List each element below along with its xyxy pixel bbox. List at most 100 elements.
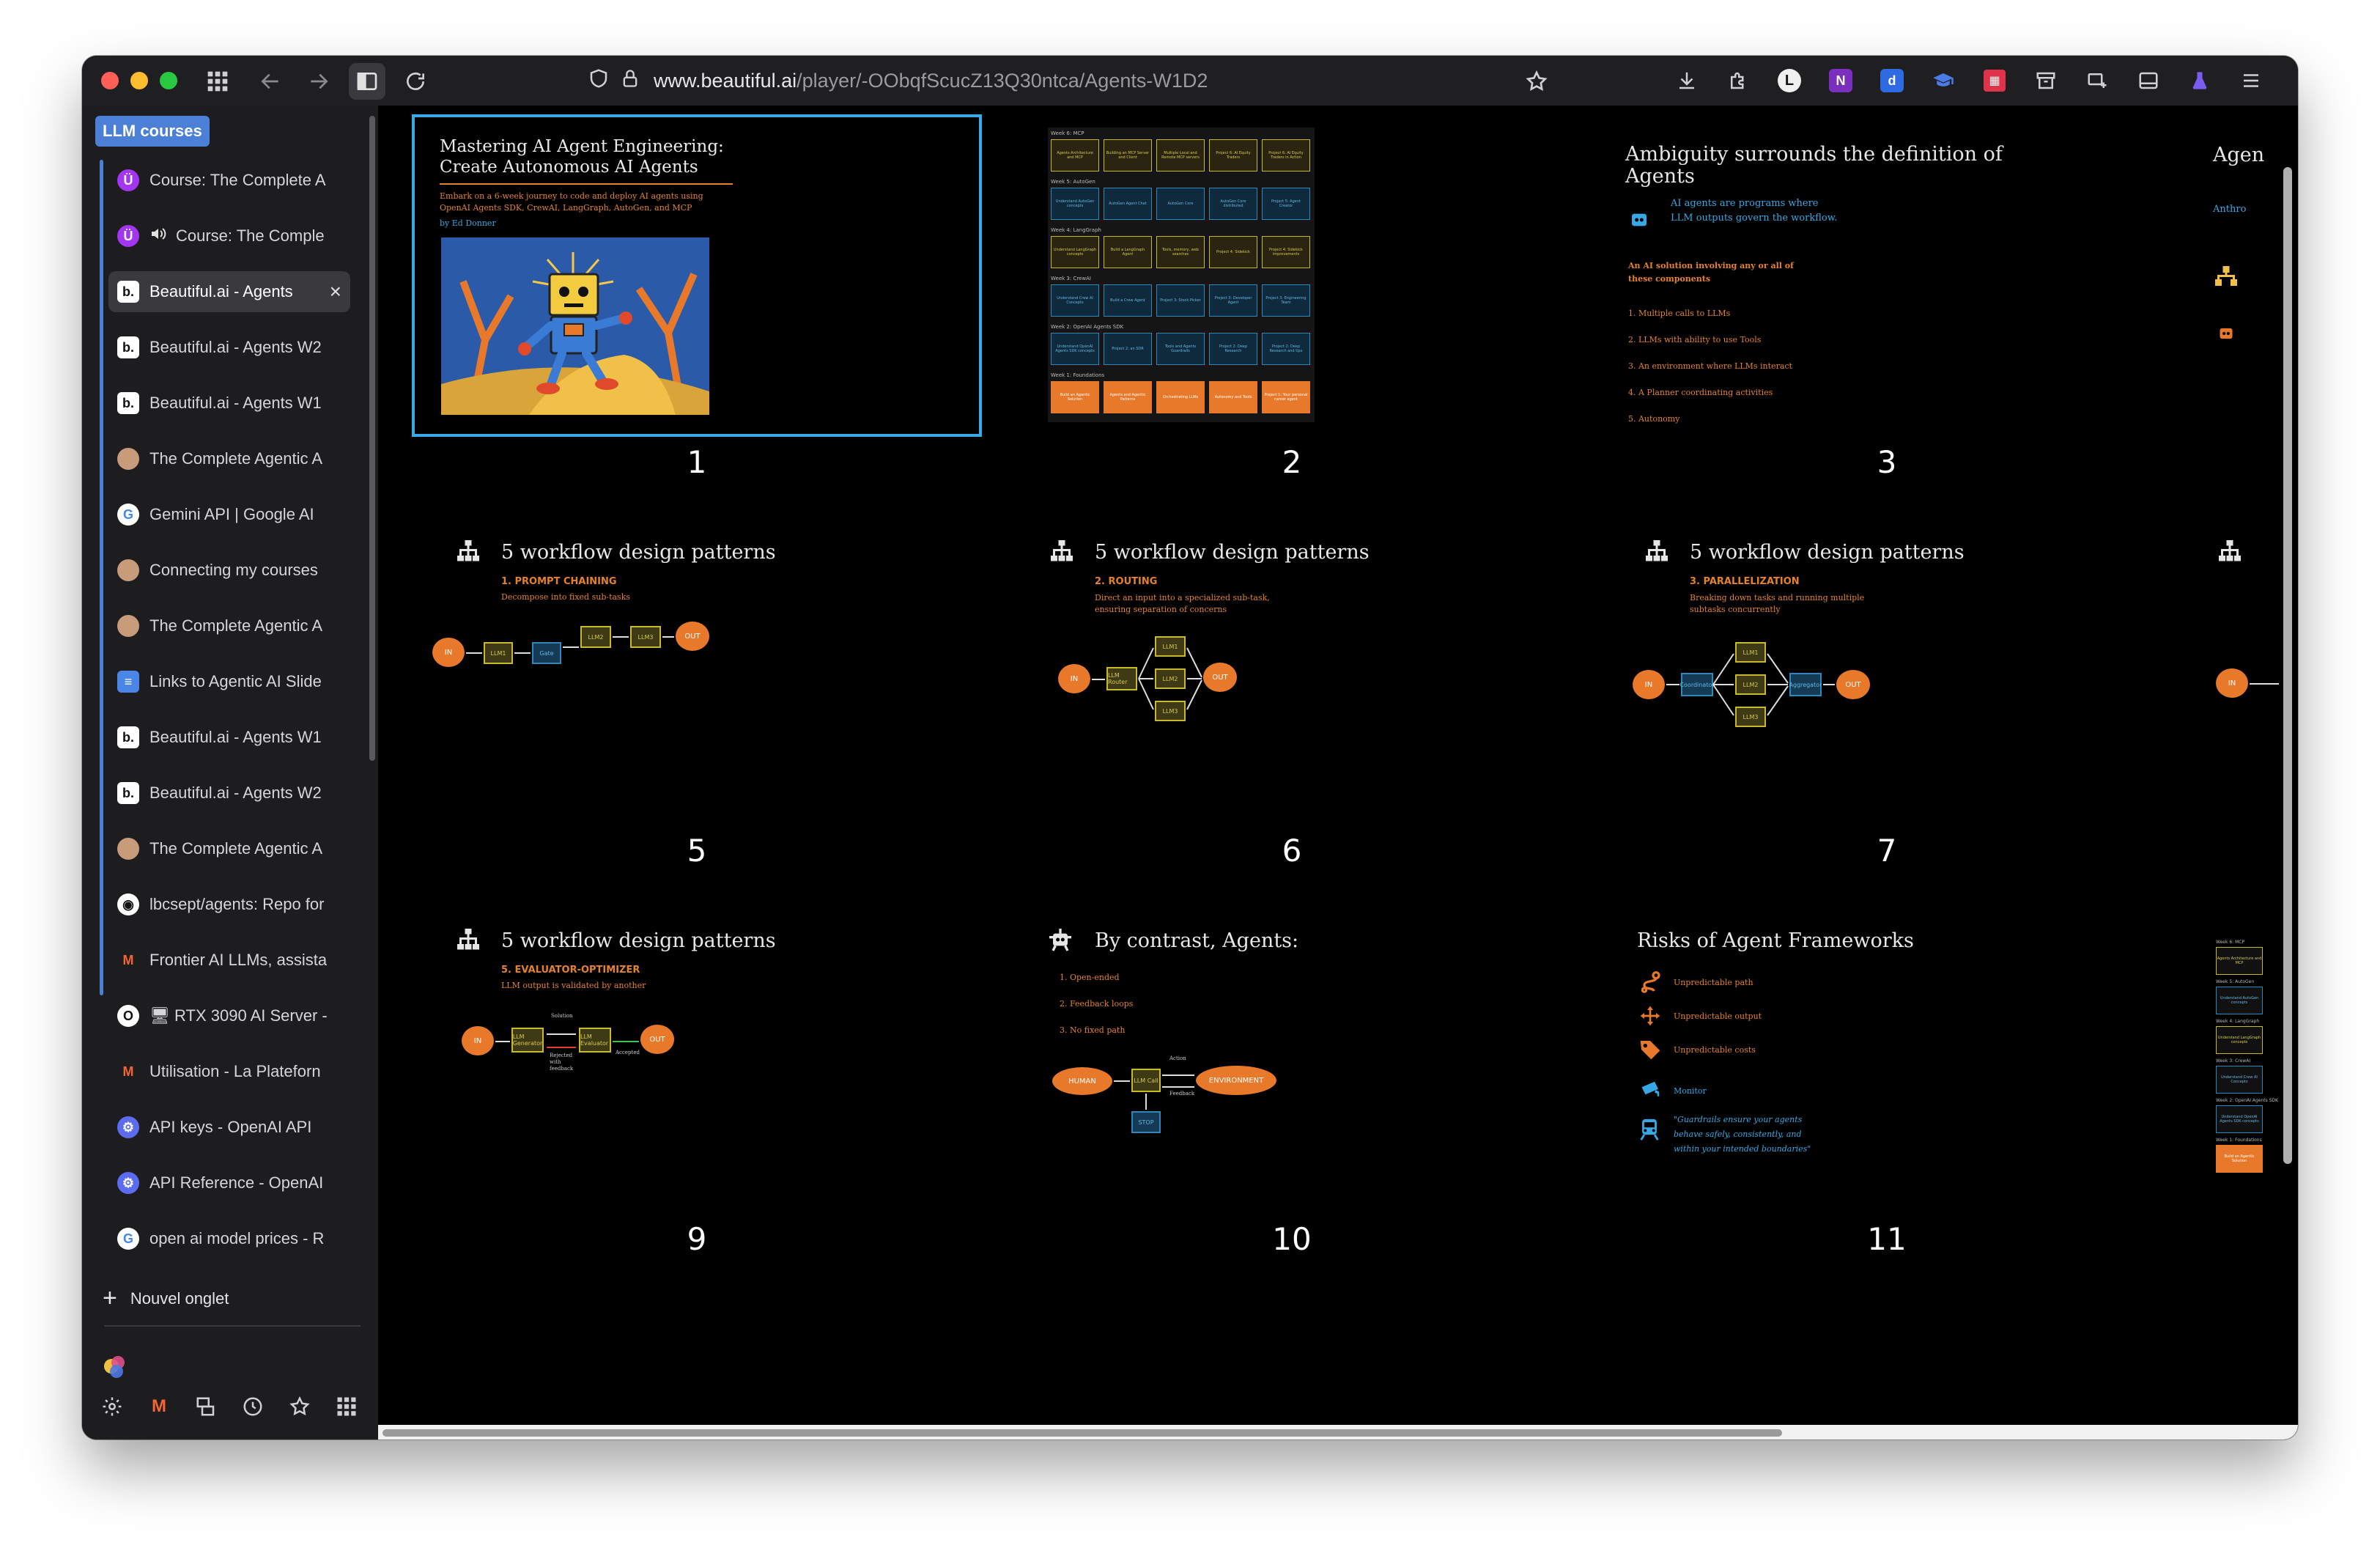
purple-flask-icon[interactable] — [2185, 66, 2214, 95]
sidebar-scrollbar[interactable] — [369, 116, 375, 761]
list-item: 1. Open-ended — [1060, 973, 1120, 982]
slide-number-3: 3 — [1877, 444, 1897, 480]
sidebar-tab[interactable]: Connecting my courses — [108, 550, 350, 591]
sidebar-tab[interactable]: The Complete Agentic A — [108, 605, 350, 646]
sidebar-tab[interactable]: ⚙ API Reference - OpenAI — [108, 1162, 350, 1204]
onenote-icon[interactable]: N — [1826, 66, 1855, 95]
roadmap-cell: Build an Agentic Solution — [1051, 381, 1099, 413]
slide-thumbnail-4[interactable]: Agen Anthro — [2198, 117, 2283, 434]
workflow-hierarchy-icon — [454, 926, 482, 956]
dock-screens-icon[interactable] — [195, 1396, 217, 1418]
sidebar-tab[interactable]: O 🖥 RTX 3090 AI Server - — [108, 995, 350, 1036]
sidebar-tab[interactable]: Ü Course: The Comple — [108, 215, 350, 257]
back-arrow-icon[interactable] — [252, 63, 289, 100]
slide-thumbnail-10[interactable]: By contrast, Agents: 1. Open-ended 2. Fee… — [1008, 896, 1572, 1212]
slide-thumbnail-3[interactable]: Ambiguity surrounds the definition of Ag… — [1603, 117, 2168, 434]
slide-thumbnail-12[interactable]: Week 6: MCP Agents Architecture and MCP We… — [2198, 896, 2283, 1212]
menu-hamburger-icon[interactable] — [2236, 66, 2266, 95]
workflow-hierarchy-icon — [454, 538, 482, 567]
roadmap-cell: Build a Crew Agent — [1104, 284, 1152, 317]
hierarchy-icon — [2213, 264, 2239, 290]
tab-group-label[interactable]: LLM courses — [95, 116, 210, 147]
avatar-icon — [117, 559, 139, 581]
close-window-button[interactable] — [101, 72, 119, 89]
close-tab-icon[interactable]: × — [330, 280, 341, 303]
sidebar-tab[interactable]: ≡ Links to Agentic AI Slide — [108, 661, 350, 702]
sidebar-tab[interactable]: b. Beautiful.ai - Agents × — [108, 271, 350, 312]
week-label: Week 4: LangGraph — [2216, 1019, 2260, 1024]
router-box: LLM Router — [1106, 667, 1137, 690]
pattern-description: ensuring separation of concerns — [1095, 605, 1227, 614]
out-node: OUT — [640, 1025, 674, 1054]
color-profile-icon[interactable] — [104, 1356, 126, 1378]
slide-thumbnail-9[interactable]: 5 workflow design patterns 5. EVALUATOR-… — [415, 896, 979, 1212]
apps-dock-icon[interactable] — [336, 1396, 358, 1418]
sidebar-tab[interactable]: Ü Course: The Complete A — [108, 160, 350, 201]
forward-arrow-icon[interactable] — [300, 63, 337, 100]
sidebar-tab[interactable]: M Frontier AI LLMs, assista — [108, 940, 350, 981]
sidebar-tab[interactable]: b. Beautiful.ai - Agents W1 — [108, 717, 350, 758]
sidebar-tab[interactable]: The Complete Agentic A — [108, 438, 350, 479]
settings-gear-icon[interactable] — [101, 1396, 123, 1418]
sidebar-tab[interactable]: M Utilisation - La Plateforn — [108, 1051, 350, 1092]
slide-thumbnail-6[interactable]: 5 workflow design patterns 2. ROUTING Di… — [1008, 507, 1572, 824]
sidebar-tab-title: The Complete Agentic A — [149, 449, 323, 468]
minimize-window-button[interactable] — [130, 72, 148, 89]
l-extension-icon[interactable]: L — [1775, 66, 1804, 95]
sidebar-tab-title: The Complete Agentic A — [149, 616, 323, 635]
in-node: IN — [1058, 664, 1090, 693]
roadmap-cell: Understand LangGraph concepts — [1051, 236, 1099, 268]
new-tab-button[interactable]: + Nouvel onglet — [103, 1284, 229, 1313]
generator-box: LLM Generator — [511, 1028, 544, 1053]
sidebar-tab[interactable]: The Complete Agentic A — [108, 828, 350, 869]
bookmark-star-icon[interactable] — [1518, 63, 1555, 100]
extensions-puzzle-icon[interactable] — [1723, 66, 1753, 95]
out-node: OUT — [676, 622, 709, 651]
slide-title: Risks of Agent Frameworks — [1637, 929, 1914, 952]
sidebar-tab[interactable]: b. Beautiful.ai - Agents W2 — [108, 327, 350, 368]
sidebar-tab[interactable]: G Gemini API | Google AI — [108, 494, 350, 535]
slide-thumbnail-5[interactable]: 5 workflow design patterns 1. PROMPT CHA… — [415, 507, 979, 824]
content-horizontal-scrollbar-thumb[interactable] — [382, 1429, 1782, 1437]
slide-thumbnail-2[interactable]: Week 6: MCP Agents Architecture and MCP Bu… — [1008, 117, 1572, 434]
mistral-dock-icon[interactable]: M — [148, 1396, 170, 1418]
sidebar-tab-title: open ai model prices - R — [149, 1229, 325, 1247]
sidebar-view-icon[interactable] — [2134, 66, 2163, 95]
slide-number-11: 11 — [1867, 1221, 1907, 1257]
agent-traits-list: 1. Open-ended 2. Feedback loops 3. No fixe… — [1060, 965, 1133, 1044]
slide-subtitle: Anthro — [2213, 204, 2247, 215]
slide-thumbnail-11[interactable]: Risks of Agent Frameworks Unpredictable … — [1603, 896, 2168, 1212]
sidebar-tab[interactable]: b. Beautiful.ai - Agents W1 — [108, 383, 350, 424]
sidebar-tab[interactable]: Gopen ai model prices - R — [108, 1218, 350, 1259]
d-extension-icon[interactable]: d — [1877, 66, 1907, 95]
sidebar-tab-title: Beautiful.ai - Agents W1 — [149, 394, 322, 412]
sidebar-tab[interactable]: b. Beautiful.ai - Agents W2 — [108, 773, 350, 814]
graduation-cap-icon[interactable] — [1929, 66, 1958, 95]
content-vertical-scrollbar[interactable] — [2283, 167, 2292, 1164]
apps-grid-icon[interactable] — [199, 63, 236, 100]
sidebar-toggle-icon[interactable] — [349, 63, 385, 100]
slide-thumbnail-8[interactable]: IN — [2198, 507, 2283, 824]
box-icon[interactable] — [2031, 66, 2061, 95]
sidebar-tab[interactable]: ⚙ API keys - OpenAI API — [108, 1107, 350, 1148]
roadmap-cell: AutoGen Core — [1156, 188, 1205, 220]
history-clock-icon[interactable] — [242, 1396, 264, 1418]
bookmarks-star-icon[interactable] — [289, 1396, 311, 1418]
risk-item: Unpredictable output — [1674, 1011, 1762, 1021]
speaker-icon[interactable] — [149, 225, 167, 247]
shield-icon — [588, 67, 610, 95]
sidebar-tab-title: Beautiful.ai - Agents W2 — [149, 784, 322, 802]
address-bar[interactable]: www.beautiful.ai /player/-OObqfScucZ13Q3… — [588, 62, 1658, 100]
reload-icon[interactable] — [397, 63, 434, 100]
risk-item: Unpredictable path — [1674, 978, 1753, 987]
sidebar-tab-title: Links to Agentic AI Slide — [149, 672, 322, 690]
slide-grid: Mastering AI Agent Engineering: Create A… — [378, 106, 2298, 1440]
sidebar-tab[interactable]: ◉ lbcsept/agents: Repo for — [108, 884, 350, 925]
slide-thumbnail-7[interactable]: 5 workflow design patterns 3. PARALLELIZ… — [1603, 507, 2168, 824]
download-icon[interactable] — [1672, 66, 1701, 95]
add-screen-icon[interactable] — [2082, 66, 2112, 95]
grid-extension-icon[interactable]: ▦ — [1980, 66, 2009, 95]
zoom-window-button[interactable] — [160, 72, 177, 89]
roadmap-cell: Understand Crew AI Concepts — [2216, 1066, 2263, 1094]
slide-thumbnail-1[interactable]: Mastering AI Agent Engineering: Create A… — [412, 114, 982, 437]
